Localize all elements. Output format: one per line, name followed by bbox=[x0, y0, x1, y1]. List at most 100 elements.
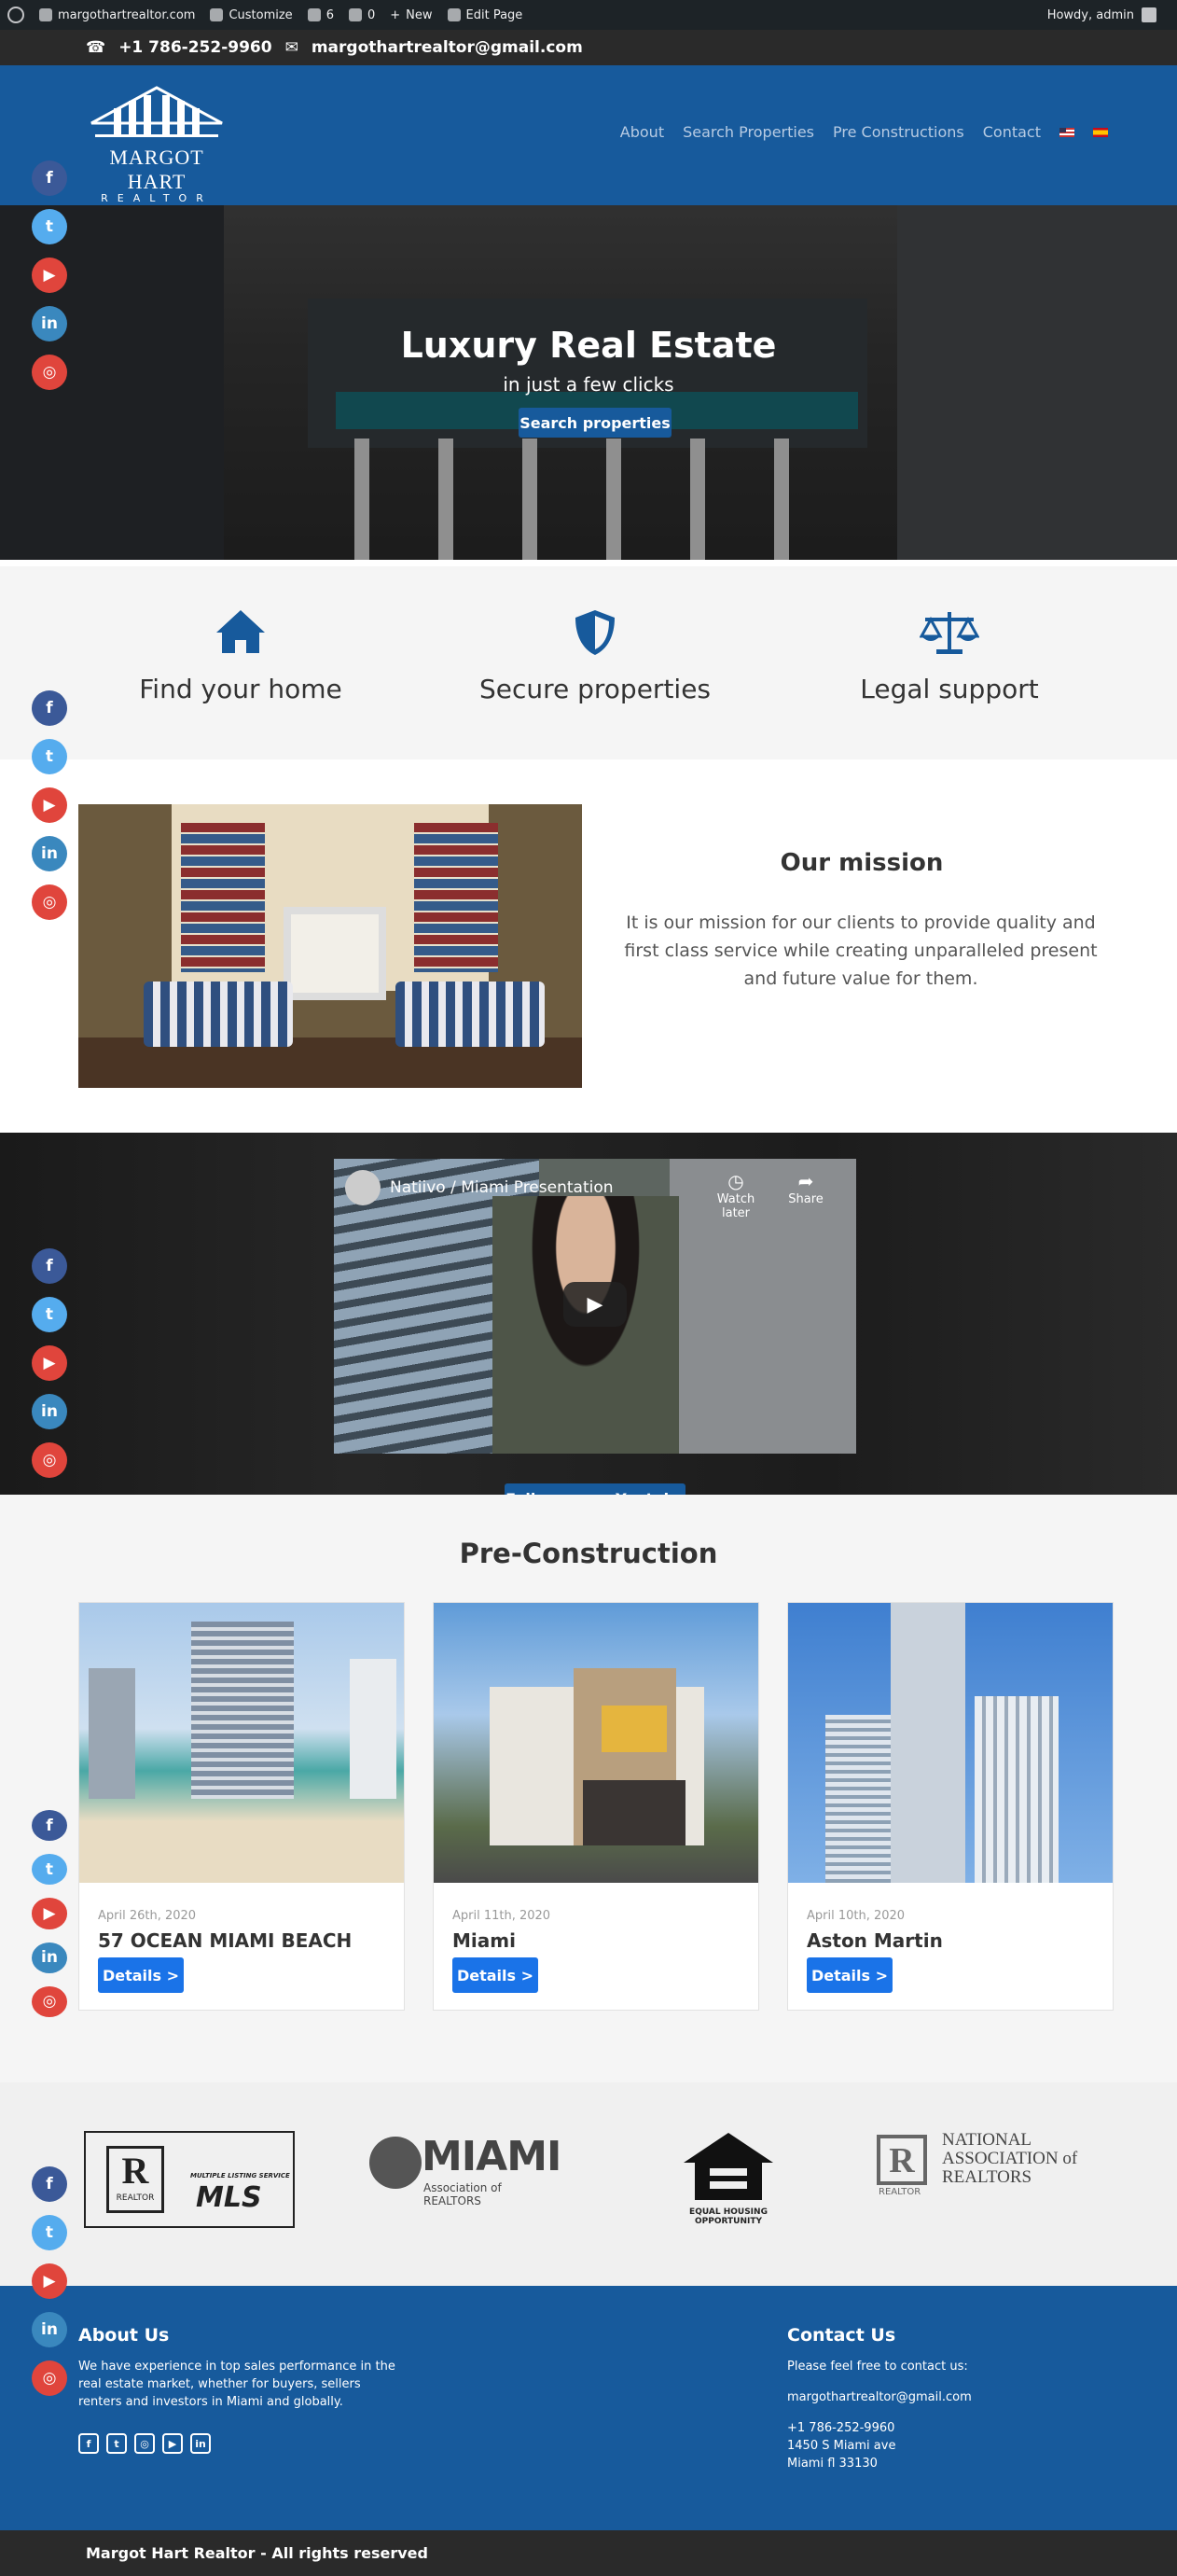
spain-flag-icon[interactable] bbox=[1093, 127, 1108, 137]
search-properties-button[interactable]: Search properties bbox=[519, 408, 672, 438]
linkedin-icon[interactable]: in bbox=[32, 2312, 67, 2347]
linkedin-icon[interactable]: in bbox=[32, 836, 67, 871]
property-card[interactable]: April 10th, 2020 Aston Martin Details > bbox=[787, 1602, 1114, 2011]
property-date: April 11th, 2020 bbox=[452, 1909, 551, 1923]
pencil-icon bbox=[447, 8, 461, 21]
footer-social-icons: f t ◎ ▶ in bbox=[78, 2433, 395, 2454]
linkedin-icon[interactable]: in bbox=[32, 306, 67, 341]
phone-link[interactable]: +1 786-252-9960 bbox=[118, 38, 271, 57]
share-button[interactable]: ➦ Share bbox=[778, 1170, 834, 1206]
property-name[interactable]: 57 OCEAN MIAMI BEACH bbox=[98, 1929, 352, 1952]
twitter-icon[interactable]: t bbox=[32, 1297, 67, 1332]
video-title[interactable]: Natiivo / Miami Presentation bbox=[390, 1178, 614, 1197]
play-icon: ▶ bbox=[587, 1292, 603, 1316]
footer-address-line2: Miami fl 33130 bbox=[787, 2457, 878, 2471]
partners-section: R REALTOR MULTIPLE LISTING SERVICE MLS M… bbox=[0, 2082, 1177, 2286]
channel-avatar[interactable] bbox=[345, 1170, 381, 1205]
equal-housing-logo: EQUAL HOUSING OPPORTUNITY bbox=[677, 2129, 780, 2241]
site-footer: About Us We have experience in top sales… bbox=[0, 2286, 1177, 2530]
admin-edit-page-link[interactable]: Edit Page bbox=[447, 8, 522, 22]
instagram-icon[interactable]: ◎ bbox=[134, 2433, 155, 2454]
site-logo[interactable]: MARGOT HART REALTOR bbox=[86, 86, 228, 204]
footer-about-title: About Us bbox=[78, 2325, 170, 2346]
hero-tagline: in just a few clicks bbox=[503, 373, 674, 396]
nav-about[interactable]: About bbox=[620, 123, 664, 141]
admin-account-menu[interactable]: Howdy, admin bbox=[1047, 0, 1156, 30]
us-flag-icon[interactable] bbox=[1059, 127, 1074, 137]
nav-search-properties[interactable]: Search Properties bbox=[683, 123, 814, 141]
property-photo bbox=[434, 1603, 758, 1883]
footer-email-link[interactable]: margothartrealtor@gmail.com bbox=[787, 2388, 1104, 2406]
twitter-icon[interactable]: t bbox=[32, 1854, 67, 1886]
mls-logo: R REALTOR MULTIPLE LISTING SERVICE MLS bbox=[84, 2131, 298, 2234]
property-date: April 26th, 2020 bbox=[98, 1909, 197, 1923]
details-button[interactable]: Details > bbox=[807, 1957, 893, 1993]
copyright-bar: Margot Hart Realtor - All rights reserve… bbox=[0, 2530, 1177, 2576]
hero-title: Luxury Real Estate bbox=[400, 325, 777, 366]
avatar bbox=[1142, 7, 1156, 22]
youtube-icon[interactable]: ▶ bbox=[32, 1345, 67, 1381]
phone-icon: ☎ bbox=[86, 38, 106, 57]
twitter-icon[interactable]: t bbox=[32, 2215, 67, 2250]
youtube-icon[interactable]: ▶ bbox=[32, 2263, 67, 2299]
play-button[interactable]: ▶ bbox=[563, 1282, 627, 1327]
facebook-icon[interactable]: f bbox=[78, 2433, 99, 2454]
refresh-icon bbox=[307, 8, 321, 21]
instagram-icon[interactable]: ◎ bbox=[32, 1985, 67, 2017]
instagram-icon[interactable]: ◎ bbox=[32, 884, 67, 920]
admin-comments-link[interactable]: 0 bbox=[348, 8, 375, 22]
feature-secure-properties: Secure properties bbox=[418, 608, 772, 704]
admin-new-link[interactable]: + New bbox=[390, 8, 432, 22]
contact-bar: ☎ +1 786-252-9960 ✉ margothartrealtor@gm… bbox=[0, 30, 1177, 65]
youtube-icon[interactable]: ▶ bbox=[162, 2433, 183, 2454]
youtube-icon[interactable]: ▶ bbox=[32, 258, 67, 293]
mission-title: Our mission bbox=[780, 849, 944, 877]
linkedin-icon[interactable]: in bbox=[190, 2433, 211, 2454]
watch-later-button[interactable]: ◷ Watch later bbox=[703, 1170, 769, 1220]
mission-section: Our mission It is our mission for our cl… bbox=[0, 759, 1177, 1133]
footer-phone-link[interactable]: +1 786-252-9960 bbox=[787, 2419, 1104, 2437]
video-section: Natiivo / Miami Presentation ◷ Watch lat… bbox=[0, 1133, 1177, 1495]
social-sidebar: f t ▶ in ◎ bbox=[32, 160, 67, 390]
email-link[interactable]: margothartrealtor@gmail.com bbox=[312, 38, 583, 57]
plus-icon: + bbox=[390, 7, 401, 22]
twitter-icon[interactable]: t bbox=[32, 209, 67, 244]
linkedin-icon[interactable]: in bbox=[32, 1942, 67, 1973]
twitter-icon[interactable]: t bbox=[106, 2433, 127, 2454]
instagram-icon[interactable]: ◎ bbox=[32, 355, 67, 390]
social-sidebar: f t ▶ in ◎ bbox=[32, 690, 67, 920]
facebook-icon[interactable]: f bbox=[32, 690, 67, 726]
balance-scale-icon bbox=[772, 608, 1127, 664]
site-header: MARGOT HART REALTOR About Search Propert… bbox=[0, 65, 1177, 205]
youtube-icon[interactable]: ▶ bbox=[32, 1898, 67, 1929]
instagram-icon[interactable]: ◎ bbox=[32, 2360, 67, 2396]
admin-customize-link[interactable]: Customize bbox=[210, 8, 293, 22]
property-name[interactable]: Miami bbox=[452, 1929, 516, 1952]
admin-updates-link[interactable]: 6 bbox=[307, 8, 334, 22]
property-card[interactable]: April 26th, 2020 57 OCEAN MIAMI BEACH De… bbox=[78, 1602, 405, 2011]
linkedin-icon[interactable]: in bbox=[32, 1394, 67, 1429]
facebook-icon[interactable]: f bbox=[32, 1810, 67, 1842]
wordpress-icon[interactable] bbox=[7, 7, 24, 23]
youtube-icon[interactable]: ▶ bbox=[32, 787, 67, 823]
details-button[interactable]: Details > bbox=[452, 1957, 538, 1993]
building-logo-icon bbox=[90, 86, 223, 137]
nav-contact[interactable]: Contact bbox=[983, 123, 1041, 141]
facebook-icon[interactable]: f bbox=[32, 2166, 67, 2202]
facebook-icon[interactable]: f bbox=[32, 160, 67, 196]
youtube-player[interactable]: Natiivo / Miami Presentation ◷ Watch lat… bbox=[334, 1159, 856, 1454]
admin-site-link[interactable]: margothartrealtor.com bbox=[39, 8, 195, 22]
miami-realtors-logo: MIAMI Association of REALTORS bbox=[369, 2133, 561, 2217]
nar-logo: R REALTOR NATIONAL ASSOCIATION of REALTO… bbox=[877, 2130, 1078, 2197]
details-button[interactable]: Details > bbox=[98, 1957, 184, 1993]
twitter-icon[interactable]: t bbox=[32, 739, 67, 774]
property-name[interactable]: Aston Martin bbox=[807, 1929, 943, 1952]
home-icon bbox=[63, 608, 418, 664]
instagram-icon[interactable]: ◎ bbox=[32, 1442, 67, 1478]
share-icon: ➦ bbox=[797, 1170, 814, 1192]
facebook-icon[interactable]: f bbox=[32, 1248, 67, 1284]
property-card[interactable]: April 11th, 2020 Miami Details > bbox=[433, 1602, 759, 2011]
social-sidebar: f t ▶ in ◎ bbox=[32, 1810, 67, 2017]
living-room-photo bbox=[78, 804, 582, 1088]
nav-pre-constructions[interactable]: Pre Constructions bbox=[833, 123, 964, 141]
